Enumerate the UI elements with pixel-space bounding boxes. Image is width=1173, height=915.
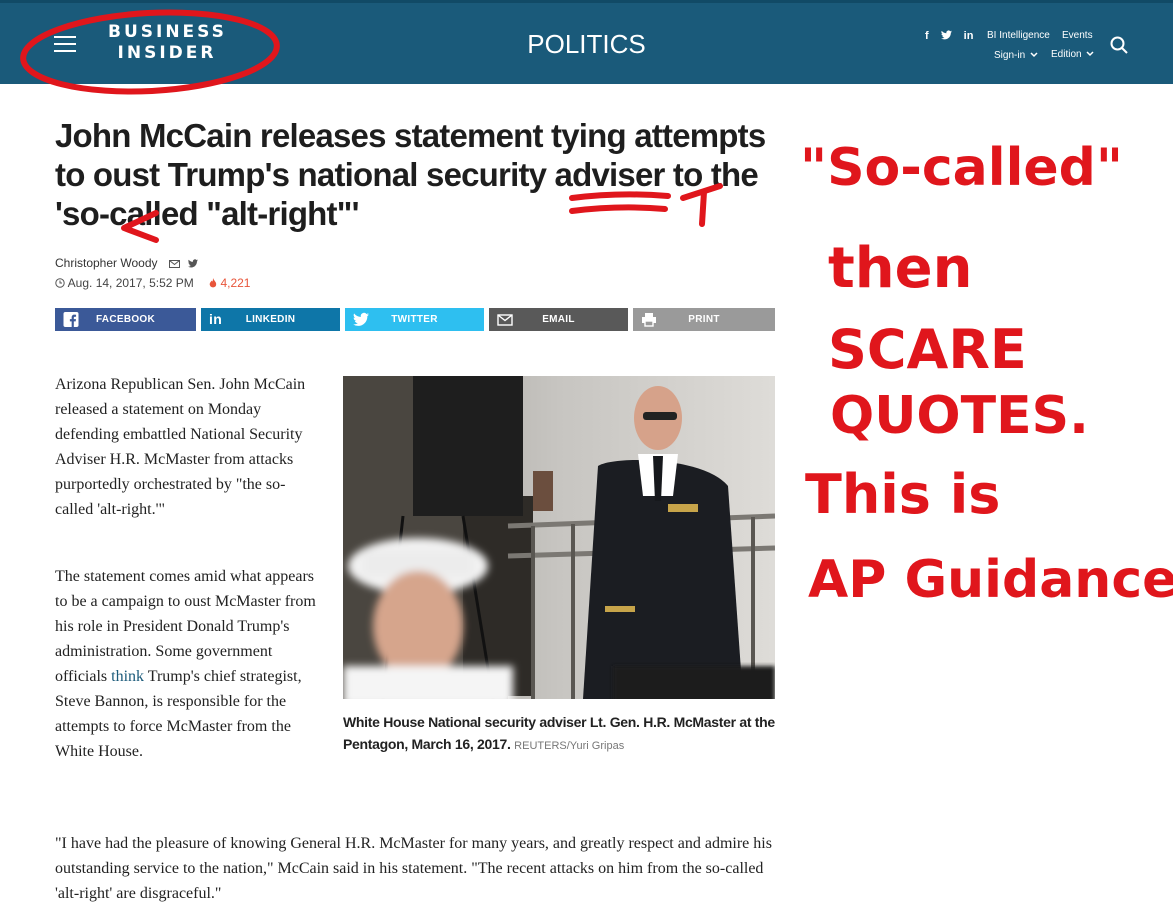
article-headline: John McCain releases statement tying att… (55, 117, 766, 232)
annotation-line-4: QUOTES. (830, 386, 1089, 446)
article-paragraph-3: "I have had the pleasure of knowing Gene… (55, 835, 772, 902)
edition-label: Edition (1051, 49, 1082, 60)
share-facebook-button[interactable]: FACEBOOK (55, 308, 196, 331)
section-title[interactable]: POLITICS (527, 29, 645, 59)
flame-icon (209, 278, 217, 288)
share-linkedin-button[interactable]: in LINKEDIN (201, 308, 340, 331)
twitter-icon[interactable] (188, 259, 199, 268)
share-email-button[interactable]: EMAIL (489, 308, 628, 331)
header-social-links: f in (925, 30, 973, 43)
article-photo[interactable] (343, 376, 775, 699)
clock-icon (55, 278, 65, 288)
article-meta: Aug. 14, 2017, 5:52 PM 4,221 (55, 276, 250, 290)
byline: Christopher Woody (55, 256, 199, 270)
facebook-icon[interactable]: f (925, 30, 929, 43)
logo-line-1: BUSINESS (108, 22, 227, 42)
linkedin-icon[interactable]: in (964, 30, 974, 43)
hamburger-icon[interactable] (54, 36, 76, 52)
twitter-icon[interactable] (940, 30, 952, 43)
sign-in-link[interactable]: Sign-in (994, 50, 1038, 61)
chevron-down-icon (1086, 51, 1094, 57)
annotation-line-2: then (828, 236, 972, 301)
article-paragraph-2: The statement comes amid what appears to… (55, 564, 320, 764)
email-icon (497, 314, 513, 326)
photo-illustration (343, 376, 775, 699)
article-paragraph-1: Arizona Republican Sen. John McCain rele… (55, 376, 306, 518)
share-print-button[interactable]: PRINT (633, 308, 775, 331)
view-count-value: 4,221 (220, 276, 251, 290)
author-name[interactable]: Christopher Woody (55, 256, 158, 270)
twitter-icon (353, 312, 369, 326)
search-icon[interactable] (1110, 36, 1128, 54)
publish-date: Aug. 14, 2017, 5:52 PM (67, 276, 194, 290)
annotation-line-1: "So-called" (800, 138, 1123, 198)
sign-in-label: Sign-in (994, 50, 1026, 61)
chevron-down-icon (1030, 52, 1038, 58)
view-count: 4,221 (209, 276, 250, 290)
photo-credit: REUTERS/Yuri Gripas (514, 740, 625, 752)
site-logo[interactable]: BUSINESS INSIDER (108, 22, 226, 64)
print-icon (642, 313, 656, 327)
edition-link[interactable]: Edition (1051, 49, 1094, 60)
think-link[interactable]: think (111, 668, 144, 685)
share-bar: FACEBOOK in LINKEDIN TWITTER EMAIL PRINT (55, 308, 775, 331)
share-twitter-button[interactable]: TWITTER (345, 308, 484, 331)
annotation-line-5: This is (805, 463, 1000, 526)
logo-line-2: INSIDER (117, 43, 217, 63)
annotation-line-6: AP Guidance. (808, 550, 1173, 610)
annotation-line-3: SCARE (828, 318, 1027, 381)
bi-intelligence-link[interactable]: BI Intelligence (987, 30, 1050, 41)
facebook-icon (63, 312, 79, 327)
site-header: BUSINESS INSIDER POLITICS f in BI Intell… (0, 0, 1173, 84)
email-icon[interactable] (168, 259, 180, 268)
photo-caption: White House National security adviser Lt… (343, 711, 775, 757)
linkedin-icon: in (209, 311, 223, 327)
events-link[interactable]: Events (1062, 30, 1093, 41)
